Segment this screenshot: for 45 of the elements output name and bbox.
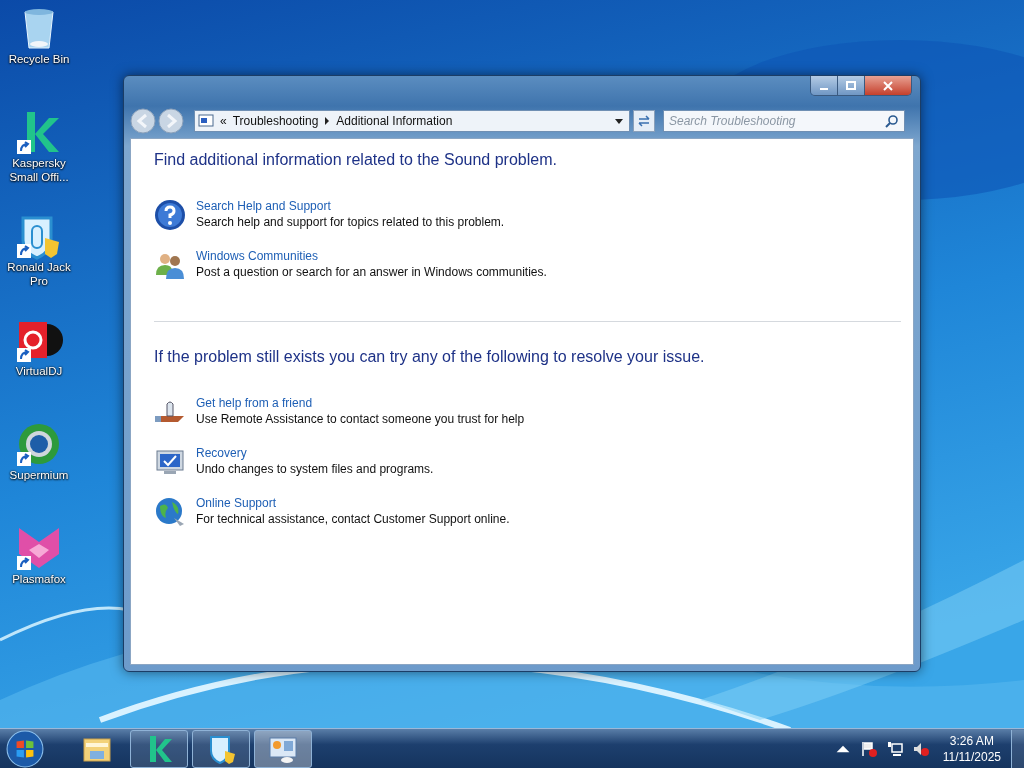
- close-button[interactable]: [865, 76, 911, 95]
- help-link[interactable]: Get help from a friend: [196, 396, 313, 410]
- globe-icon: [154, 496, 186, 528]
- section-heading: Find additional information related to the Sound problem.: [154, 151, 558, 169]
- icon-label: Recycle Bin: [7, 52, 71, 66]
- clock-time[interactable]: 3:26 AM: [949, 732, 994, 749]
- help-link[interactable]: Online Support: [196, 496, 277, 510]
- link-description: Undo changes to system files and programs.: [196, 462, 434, 476]
- maximize-button[interactable]: [838, 76, 865, 95]
- dropdown-caret-icon[interactable]: [615, 118, 623, 124]
- start-button[interactable]: [6, 729, 44, 768]
- clock-date[interactable]: 11/11/2025: [942, 748, 1001, 765]
- control-panel-icon: [198, 114, 214, 128]
- help-link[interactable]: Windows Communities: [196, 249, 319, 263]
- network-icon[interactable]: [886, 740, 903, 757]
- link-description: Search help and support for topics related to this problem.: [196, 215, 505, 229]
- separator-arrow-icon: [324, 117, 331, 125]
- flag-icon[interactable]: [860, 740, 877, 757]
- icon-label: Supermium: [8, 468, 70, 482]
- show-desktop-button[interactable]: [1011, 729, 1024, 768]
- icon-label: Ronald Jack Pro: [6, 260, 72, 288]
- help-link[interactable]: Search Help and Support: [196, 199, 331, 213]
- address-bar[interactable]: « Troubleshooting Additional Information: [194, 110, 630, 132]
- chevron-text: «: [220, 114, 227, 128]
- minimize-icon: [820, 87, 828, 90]
- maximize-icon: [846, 80, 856, 91]
- minimize-button[interactable]: [811, 76, 838, 95]
- refresh-button[interactable]: [633, 110, 655, 132]
- icon-label: Plasmafox: [11, 572, 67, 586]
- help-icon: [154, 199, 186, 231]
- help-link[interactable]: Recovery: [196, 446, 247, 460]
- link-description: For technical assistance, contact Customer Support online.: [196, 512, 510, 526]
- icon-label: VirtualDJ: [14, 364, 64, 378]
- link-description: Post a question or search for an answer in Windows communities.: [196, 265, 547, 279]
- forward-button[interactable]: [158, 108, 184, 134]
- section-heading: If the problem still exists you can try any of the following to resolve your issue.: [154, 348, 706, 366]
- breadcrumb[interactable]: Additional Information: [336, 114, 453, 128]
- breadcrumb[interactable]: Troubleshooting: [232, 114, 319, 128]
- icon-label: Kaspersky Small Offi...: [8, 156, 70, 184]
- back-button[interactable]: [130, 108, 156, 134]
- search-icon: [884, 114, 900, 128]
- link-description: Use Remote Assistance to contact someone you trust for help: [196, 412, 525, 426]
- search-field[interactable]: Search Troubleshooting: [663, 110, 905, 132]
- close-icon: [883, 80, 893, 91]
- taskbar-button[interactable]: [192, 729, 250, 768]
